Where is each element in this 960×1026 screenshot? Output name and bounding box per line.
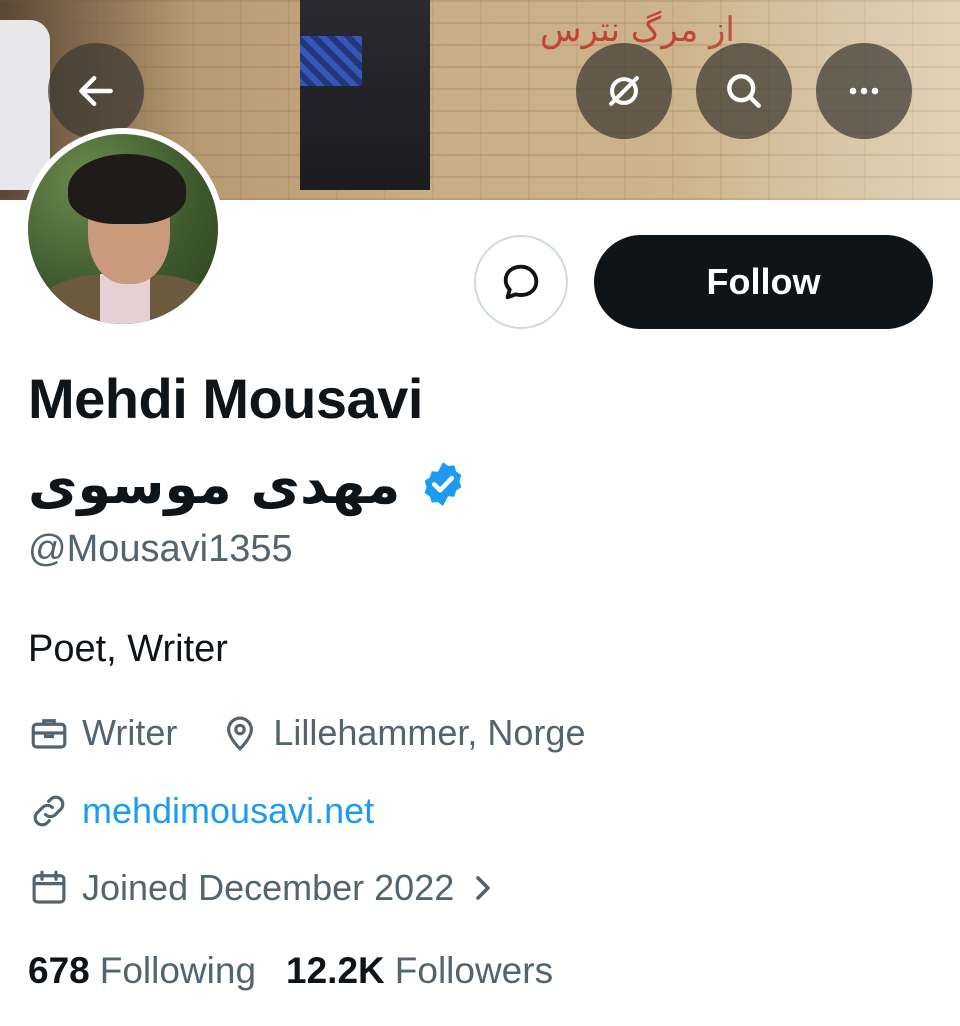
profession-item: Writer <box>28 712 177 754</box>
message-button[interactable] <box>474 235 568 329</box>
user-handle: @Mousavi1355 <box>28 528 293 570</box>
search-icon <box>727 74 761 108</box>
following-link[interactable]: 678 Following <box>28 950 256 992</box>
arrow-left-icon <box>79 75 113 107</box>
location-text: Lillehammer, Norge <box>273 712 586 753</box>
followers-count: 12.2K <box>286 950 385 991</box>
follow-button[interactable]: Follow <box>594 235 933 329</box>
profession-text: Writer <box>82 712 178 753</box>
meta-row-website: mehdimousavi.net <box>28 790 374 832</box>
banner-window <box>300 36 362 86</box>
meta-row-joined[interactable]: Joined December 2022 <box>28 867 494 909</box>
message-bubble-icon <box>503 264 539 300</box>
followers-link[interactable]: 12.2K Followers <box>286 950 553 992</box>
followers-label: Followers <box>394 950 554 991</box>
following-count: 678 <box>28 950 90 991</box>
avatar-photo <box>28 134 218 324</box>
back-button[interactable] <box>48 43 144 139</box>
following-label: Following <box>99 950 257 991</box>
location-pin-icon <box>219 712 261 754</box>
search-button[interactable] <box>696 43 792 139</box>
website-link[interactable]: mehdimousavi.net <box>82 790 374 832</box>
follow-stats: 678 Following 12.2K Followers <box>28 950 553 992</box>
briefcase-icon <box>28 712 70 754</box>
link-icon <box>28 790 70 832</box>
eye-off-icon <box>609 76 639 106</box>
banner-car <box>0 20 50 190</box>
display-name-persian-row: مهدی موسوی <box>28 444 468 524</box>
meta-row-profession-location: Writer Lillehammer, Norge <box>28 712 585 754</box>
mute-button[interactable] <box>576 43 672 139</box>
avatar-hair <box>68 154 186 224</box>
display-name-persian: مهدی موسوی <box>28 452 401 516</box>
display-name: Mehdi Mousavi <box>28 367 423 430</box>
avatar[interactable] <box>22 128 224 330</box>
calendar-icon <box>28 867 70 909</box>
verified-badge-icon[interactable] <box>418 459 468 509</box>
location-item: Lillehammer, Norge <box>219 712 585 754</box>
more-button[interactable] <box>816 43 912 139</box>
joined-text: Joined December 2022 <box>82 867 455 908</box>
more-horizontal-icon <box>849 87 879 95</box>
bio-text: Poet, Writer <box>28 628 228 670</box>
chevron-right-icon[interactable] <box>472 873 494 903</box>
banner-door <box>300 0 430 190</box>
